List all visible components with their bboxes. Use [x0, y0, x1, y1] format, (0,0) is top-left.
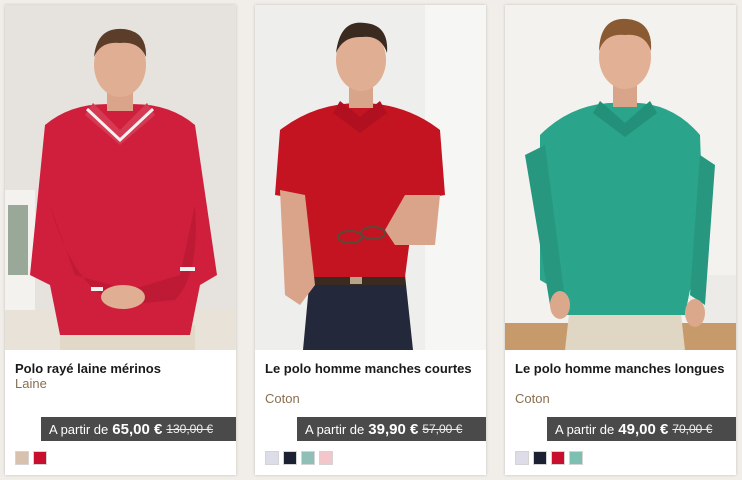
color-swatch[interactable]: [569, 451, 583, 465]
color-swatch[interactable]: [551, 451, 565, 465]
product-card[interactable]: Le polo homme manches longues Coton A pa…: [505, 5, 736, 475]
price-tag: A partir de 65,00 € 130,00 €: [41, 417, 236, 441]
product-title[interactable]: Le polo homme manches courtes: [265, 361, 480, 376]
color-swatches: [515, 451, 583, 465]
current-price: 39,90 €: [368, 420, 419, 438]
old-price: 130,00 €: [166, 422, 214, 436]
old-price: 57,00 €: [422, 422, 463, 436]
product-grid: Polo rayé laine mérinos Laine A partir d…: [0, 0, 742, 480]
price-tag: A partir de 49,00 € 70,00 €: [547, 417, 736, 441]
product-title[interactable]: Polo rayé laine mérinos: [15, 361, 230, 376]
price-prefix: A partir de: [49, 421, 109, 437]
product-material: Coton: [265, 391, 300, 406]
current-price: 65,00 €: [112, 420, 163, 438]
old-price: 70,00 €: [672, 422, 713, 436]
color-swatches: [265, 451, 333, 465]
product-card[interactable]: Le polo homme manches courtes Coton A pa…: [255, 5, 486, 475]
color-swatch[interactable]: [33, 451, 47, 465]
product-card[interactable]: Polo rayé laine mérinos Laine A partir d…: [5, 5, 236, 475]
product-material: Laine: [15, 376, 47, 391]
price-prefix: A partir de: [305, 421, 365, 437]
product-image[interactable]: [505, 5, 736, 350]
price-prefix: A partir de: [555, 421, 615, 437]
color-swatch[interactable]: [515, 451, 529, 465]
price-tag: A partir de 39,90 € 57,00 €: [297, 417, 486, 441]
product-material: Coton: [515, 391, 550, 406]
product-image[interactable]: [255, 5, 486, 350]
product-image[interactable]: [5, 5, 236, 350]
color-swatch[interactable]: [301, 451, 315, 465]
color-swatch[interactable]: [265, 451, 279, 465]
current-price: 49,00 €: [618, 420, 669, 438]
color-swatches: [15, 451, 47, 465]
color-swatch[interactable]: [533, 451, 547, 465]
color-swatch[interactable]: [283, 451, 297, 465]
color-swatch[interactable]: [15, 451, 29, 465]
product-title[interactable]: Le polo homme manches longues: [515, 361, 730, 376]
color-swatch[interactable]: [319, 451, 333, 465]
